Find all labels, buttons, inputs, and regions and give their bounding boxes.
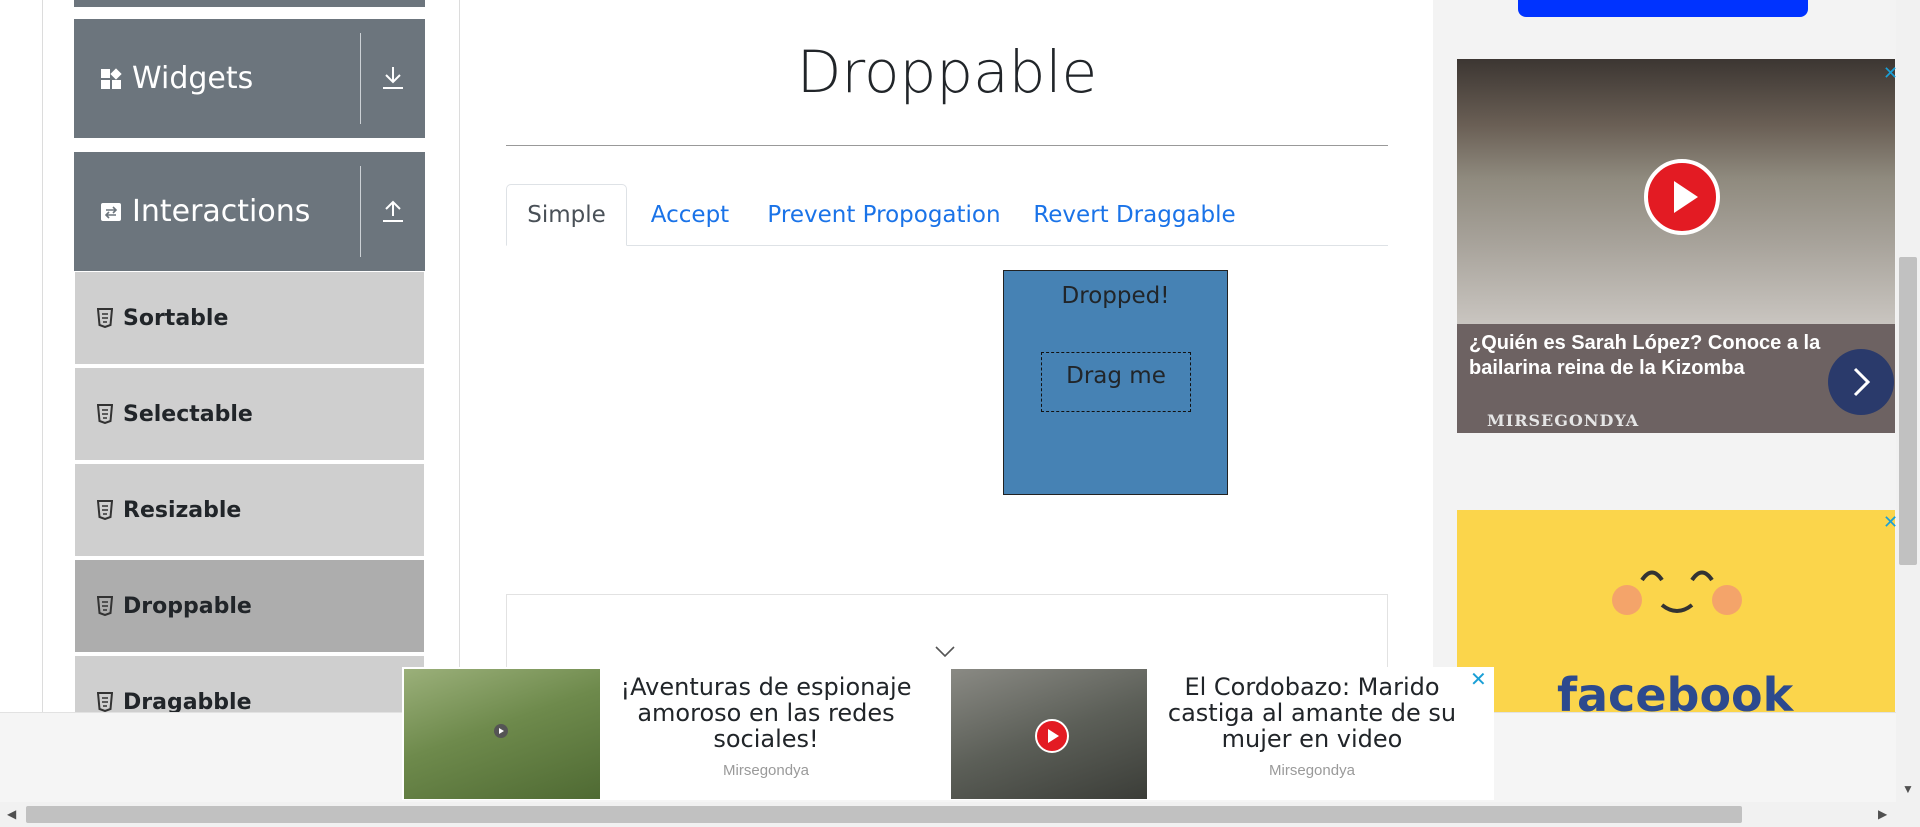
download-arrow-icon[interactable] <box>378 63 408 93</box>
group-divider <box>360 166 361 257</box>
chevron-down-icon[interactable] <box>934 645 956 659</box>
upload-arrow-icon[interactable] <box>378 196 408 226</box>
tab-simple[interactable]: Simple <box>506 184 627 246</box>
droppable-status-text: Dropped! <box>1061 283 1170 309</box>
group-header-previous[interactable] <box>74 0 425 7</box>
sidebar-item-label: Droppable <box>123 593 252 619</box>
ad-headline[interactable]: ¿Quién es Sarah López? Conoce a la baila… <box>1469 331 1849 381</box>
play-icon <box>494 724 508 738</box>
draggable-box[interactable]: Drag me <box>1041 352 1191 412</box>
sidebar-item-resizable[interactable]: Resizable <box>75 464 424 558</box>
vertical-scrollbar-thumb[interactable] <box>1899 257 1917 565</box>
group-label-widgets: Widgets <box>132 61 254 96</box>
sidebar-left-border <box>42 0 43 712</box>
ad-source: Mirsegondya <box>1269 762 1355 779</box>
ad-close-icon[interactable]: ✕ <box>1470 667 1487 692</box>
tab-revert-draggable[interactable]: Revert Draggable <box>1033 184 1236 246</box>
group-header-widgets[interactable]: Widgets <box>74 19 425 138</box>
html5-shield-icon <box>97 308 113 328</box>
play-icon[interactable] <box>1644 159 1720 235</box>
sidebar-item-label: Sortable <box>123 305 229 331</box>
ad-thumbnail[interactable] <box>951 669 1147 799</box>
html5-shield-icon <box>97 500 113 520</box>
ad-brand-name: facebook <box>1557 668 1794 712</box>
title-divider <box>506 145 1388 146</box>
sidebar-item-label: Resizable <box>123 497 242 523</box>
tab-accept[interactable]: Accept <box>640 184 740 246</box>
interactions-swap-icon <box>101 202 121 221</box>
smiley-face-icon <box>1612 570 1742 615</box>
sidebar-item-label: Selectable <box>123 401 253 427</box>
group-divider <box>360 33 361 124</box>
ad-thumbnail[interactable] <box>404 669 600 799</box>
sidebar-item-label: Dragabble <box>123 689 252 715</box>
html5-shield-icon <box>97 404 113 424</box>
ad-facebook-banner[interactable]: facebook <box>1457 510 1895 712</box>
group-header-interactions[interactable]: Interactions <box>74 152 425 271</box>
group-label-interactions: Interactions <box>132 194 311 229</box>
ad-title[interactable]: El Cordobazo: Marido castiga al amante d… <box>1162 674 1462 752</box>
html5-shield-icon <box>97 692 113 712</box>
play-icon <box>1035 719 1069 753</box>
ad-source: Mirsegondya <box>723 762 809 779</box>
horizontal-scrollbar-thumb[interactable] <box>26 806 1742 823</box>
sidebar-item-sortable[interactable]: Sortable <box>75 272 424 366</box>
html5-shield-icon <box>97 596 113 616</box>
tab-prevent-propogation[interactable]: Prevent Propogation <box>766 184 1002 246</box>
scroll-down-arrow-icon[interactable]: ▼ <box>1902 782 1914 796</box>
ad-blue-button[interactable] <box>1518 0 1808 17</box>
sidebar-right-border <box>459 0 460 712</box>
page-title: Droppable <box>796 38 1098 106</box>
ad-title[interactable]: ¡Aventuras de espionaje amoroso en las r… <box>616 674 916 752</box>
scroll-right-arrow-icon[interactable]: ▶ <box>1878 807 1887 821</box>
bottom-ad-unit[interactable]: ¡Aventuras de espionaje amoroso en las r… <box>402 667 1494 800</box>
ad-video-banner[interactable]: ¿Quién es Sarah López? Conoce a la baila… <box>1457 59 1895 433</box>
chevron-right-icon[interactable] <box>1828 349 1894 415</box>
sidebar-item-selectable[interactable]: Selectable <box>75 368 424 462</box>
ad-source: MIRSEGONDYA <box>1487 411 1640 430</box>
sidebar-item-droppable[interactable]: Droppable <box>75 560 424 654</box>
scroll-left-arrow-icon[interactable]: ◀ <box>7 807 16 821</box>
widgets-grid-icon <box>101 67 122 89</box>
